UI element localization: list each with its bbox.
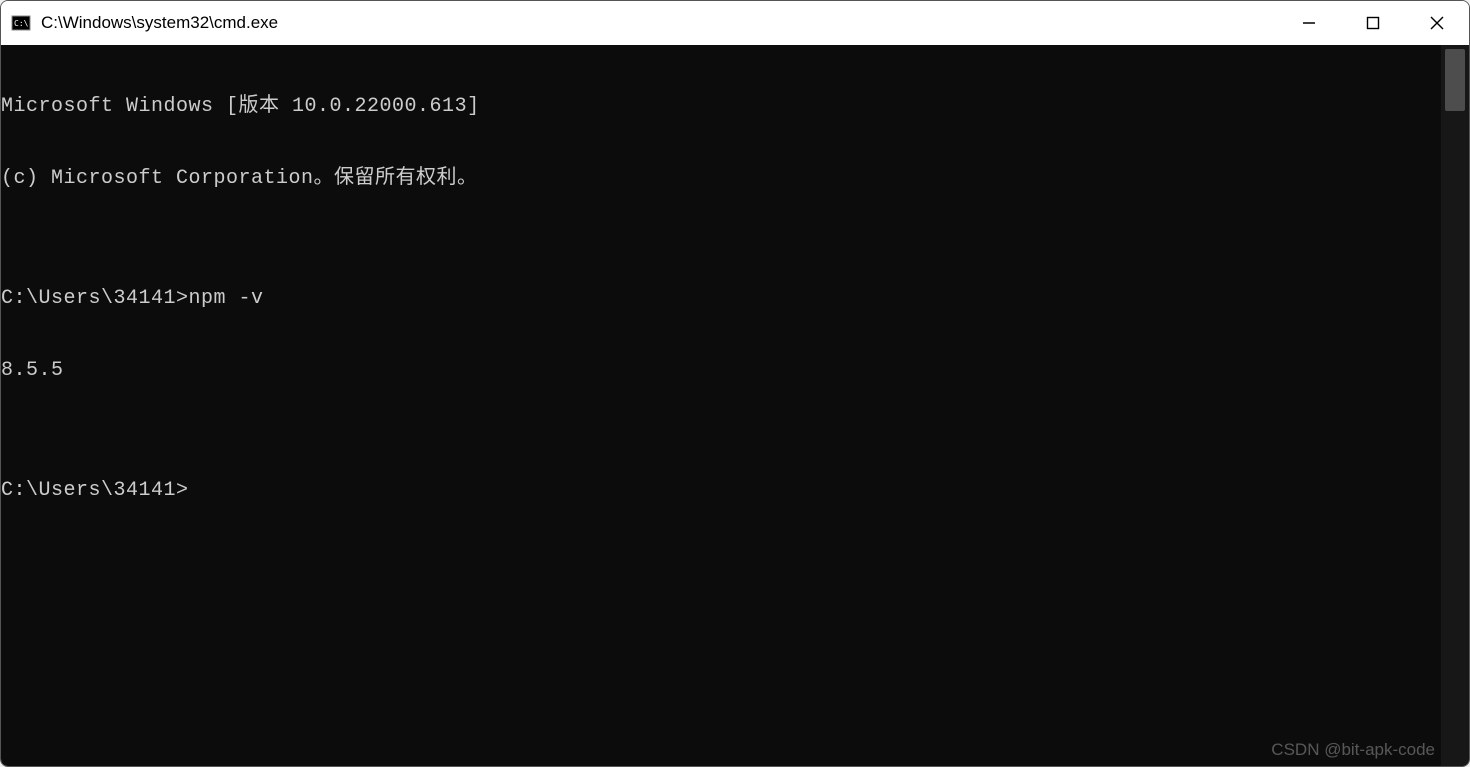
terminal-line: (c) Microsoft Corporation。保留所有权利。: [1, 167, 1441, 191]
minimize-button[interactable]: [1277, 1, 1341, 45]
terminal-line: 8.5.5: [1, 359, 1441, 383]
svg-text:C:\: C:\: [14, 19, 29, 28]
terminal-output[interactable]: Microsoft Windows [版本 10.0.22000.613] (c…: [1, 45, 1441, 766]
close-button[interactable]: [1405, 1, 1469, 45]
maximize-button[interactable]: [1341, 1, 1405, 45]
vertical-scrollbar[interactable]: [1441, 45, 1469, 766]
terminal-line: C:\Users\34141>: [1, 479, 1441, 503]
terminal-line: C:\Users\34141>npm -v: [1, 287, 1441, 311]
cmd-icon: C:\: [11, 13, 31, 33]
window-controls: [1277, 1, 1469, 45]
titlebar[interactable]: C:\ C:\Windows\system32\cmd.exe: [1, 1, 1469, 45]
client-area: Microsoft Windows [版本 10.0.22000.613] (c…: [1, 45, 1469, 766]
cmd-window: C:\ C:\Windows\system32\cmd.exe Microsof…: [0, 0, 1470, 767]
window-title: C:\Windows\system32\cmd.exe: [41, 13, 1277, 33]
scrollbar-thumb[interactable]: [1445, 49, 1465, 111]
terminal-line: Microsoft Windows [版本 10.0.22000.613]: [1, 95, 1441, 119]
